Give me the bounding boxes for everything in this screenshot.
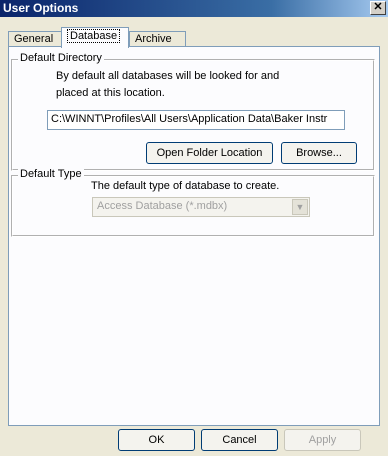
tab-database-label: Database bbox=[67, 29, 121, 43]
tab-panel-database: Default Directory By default all databas… bbox=[8, 46, 380, 426]
close-icon[interactable]: ✕ bbox=[370, 1, 386, 15]
title-bar[interactable]: User Options ✕ bbox=[0, 0, 388, 17]
window-title: User Options bbox=[3, 1, 79, 15]
ok-label: OK bbox=[148, 434, 165, 446]
tab-general[interactable]: General bbox=[8, 31, 62, 47]
browse-button[interactable]: Browse... bbox=[281, 142, 357, 164]
tab-archive-label: Archive bbox=[135, 33, 172, 45]
apply-button: Apply bbox=[284, 429, 361, 451]
directory-path-input[interactable]: C:\WINNT\Profiles\All Users\Application … bbox=[47, 110, 345, 130]
tab-archive[interactable]: Archive bbox=[129, 31, 186, 47]
default-type-description: The default type of database to create. bbox=[91, 180, 280, 192]
ok-button[interactable]: OK bbox=[118, 429, 195, 451]
default-directory-description-line2: placed at this location. bbox=[56, 87, 165, 99]
chevron-down-icon: ▼ bbox=[292, 199, 308, 215]
apply-label: Apply bbox=[308, 434, 337, 446]
default-type-legend: Default Type bbox=[18, 168, 84, 180]
open-folder-location-button[interactable]: Open Folder Location bbox=[146, 142, 273, 164]
default-directory-legend: Default Directory bbox=[18, 52, 104, 64]
cancel-label: Cancel bbox=[222, 434, 257, 446]
browse-label: Browse... bbox=[296, 147, 342, 159]
user-options-dialog: User Options ✕ General Database Archive … bbox=[0, 0, 388, 456]
tab-database[interactable]: Database bbox=[61, 27, 129, 48]
database-type-selected-value: Access Database (*.mdbx) bbox=[97, 200, 228, 212]
tab-general-label: General bbox=[14, 33, 54, 45]
database-type-select: Access Database (*.mdbx) ▼ bbox=[92, 197, 310, 217]
default-directory-description-line1: By default all databases will be looked … bbox=[56, 70, 280, 82]
cancel-button[interactable]: Cancel bbox=[201, 429, 278, 451]
open-folder-location-label: Open Folder Location bbox=[156, 147, 263, 159]
